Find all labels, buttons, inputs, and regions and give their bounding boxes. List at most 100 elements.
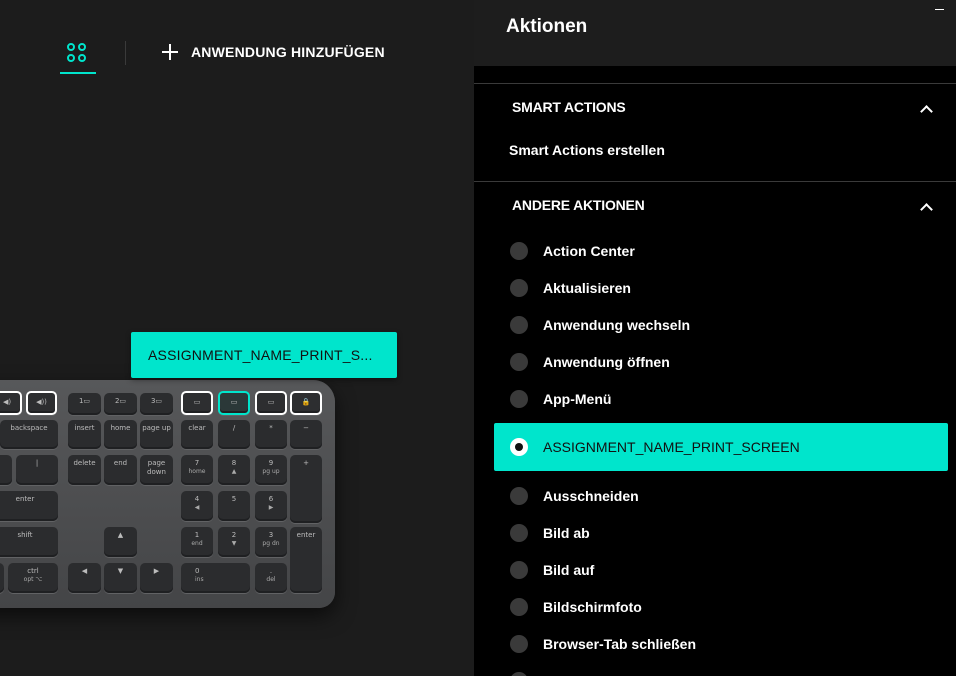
easy-switch-1-key[interactable]: 1▭ — [68, 393, 101, 415]
radio-icon[interactable] — [510, 597, 528, 616]
add-application-button[interactable]: ANWENDUNG HINZUFÜGEN — [162, 40, 385, 64]
action-item-label: Bild ab — [543, 524, 590, 541]
radio-icon[interactable] — [510, 438, 528, 456]
radio-icon[interactable] — [510, 560, 528, 579]
add-application-label: ANWENDUNG HINZUFÜGEN — [191, 44, 385, 60]
calculator-key[interactable]: ▭ — [181, 391, 213, 415]
volume-up-key[interactable]: ◀)) — [26, 391, 57, 415]
partial-key-2[interactable] — [0, 563, 4, 593]
actions-panel: Aktionen SMART ACTIONS Smart Actions ers… — [474, 0, 956, 676]
action-item[interactable]: Bild ab — [494, 514, 948, 551]
action-item[interactable]: Aktualisieren — [494, 269, 948, 306]
radio-icon[interactable] — [510, 241, 528, 260]
arrow-down-key[interactable]: ▼ — [104, 563, 137, 593]
radio-icon[interactable] — [510, 634, 528, 653]
section-divider — [474, 83, 956, 84]
assignment-tooltip[interactable]: ASSIGNMENT_NAME_PRINT_S... — [131, 332, 397, 378]
panel-header: Aktionen — [474, 0, 956, 66]
partial-key[interactable] — [0, 455, 12, 485]
end-key[interactable]: end — [104, 455, 137, 485]
chevron-up-icon[interactable] — [920, 203, 933, 216]
action-item-label: Bildschirmfoto — [543, 598, 642, 615]
action-item[interactable]: Action Center — [494, 232, 948, 269]
arrow-left-key[interactable]: ◀ — [68, 563, 101, 593]
action-item[interactable]: Anwendung wechseln — [494, 306, 948, 343]
action-item-label: Action Center — [543, 242, 635, 259]
action-item[interactable]: Bild auf — [494, 551, 948, 588]
context-menu-key[interactable]: ▭ — [255, 391, 287, 415]
page-up-key[interactable]: page up — [140, 420, 173, 449]
easy-switch-2-key[interactable]: 2▭ — [104, 393, 137, 415]
arrow-right-key[interactable]: ▶ — [140, 563, 173, 593]
minimize-icon[interactable] — [935, 9, 944, 10]
other-actions-heading[interactable]: ANDERE AKTIONEN — [512, 197, 645, 213]
print-screen-key[interactable]: ▭ — [218, 391, 250, 415]
arrow-up-key[interactable]: ▲ — [104, 527, 137, 557]
numpad-plus-key[interactable]: + — [290, 455, 322, 523]
radio-icon[interactable] — [510, 671, 528, 676]
radio-icon[interactable] — [510, 352, 528, 371]
lock-key[interactable]: 🔒 — [290, 391, 322, 415]
panel-title: Aktionen — [506, 16, 588, 37]
action-item[interactable]: Anwendung öffnen — [494, 343, 948, 380]
action-item[interactable]: Datei öffnen — [494, 662, 948, 676]
numpad-7-key[interactable]: 7 home — [181, 455, 213, 485]
action-item-label: Anwendung öffnen — [543, 353, 670, 370]
slash-key[interactable]: / — [218, 420, 250, 449]
action-item-label: Datei öffnen — [543, 673, 624, 676]
clear-key[interactable]: clear — [181, 420, 213, 449]
radio-icon[interactable] — [510, 523, 528, 542]
action-item[interactable]: Bildschirmfoto — [494, 588, 948, 625]
action-item[interactable]: App-Menü — [494, 380, 948, 417]
numpad-1-key[interactable]: 1 end — [181, 527, 213, 557]
easy-switch-3-key[interactable]: 3▭ — [140, 393, 173, 415]
numpad-6-key[interactable]: 6 ▶ — [255, 491, 287, 521]
action-item-label: Anwendung wechseln — [543, 316, 691, 333]
action-item-label: ASSIGNMENT_NAME_PRINT_SCREEN — [543, 439, 800, 455]
numpad-2-key[interactable]: 2 ▼ — [218, 527, 250, 557]
minus-key[interactable]: − — [290, 420, 322, 449]
section-divider — [474, 181, 956, 182]
numpad-0-key[interactable]: 0 ins — [181, 563, 250, 593]
enter-key[interactable]: enter — [0, 491, 58, 521]
numpad-enter-key[interactable]: enter — [290, 527, 322, 593]
numpad-dot-key[interactable]: . del — [255, 563, 287, 593]
backslash-key[interactable]: | — [16, 455, 58, 485]
insert-key[interactable]: insert — [68, 420, 101, 449]
shift-key[interactable]: shift — [0, 527, 58, 557]
toolbar-divider — [125, 41, 126, 65]
action-item[interactable]: Browser-Tab schließen — [494, 625, 948, 662]
action-item-label: Bild auf — [543, 561, 595, 578]
numpad-4-key[interactable]: 4 ◀ — [181, 491, 213, 521]
action-item-label: Aktualisieren — [543, 279, 631, 296]
numpad-3-key[interactable]: 3 pg dn — [255, 527, 287, 557]
volume-down-key[interactable]: ◀) — [0, 391, 22, 415]
asterisk-key[interactable]: * — [255, 420, 287, 449]
chevron-up-icon[interactable] — [920, 105, 933, 118]
backspace-key[interactable]: backspace — [0, 420, 58, 449]
device-view: ANWENDUNG HINZUFÜGEN ◀) ◀)) 1▭ 2▭ 3▭ ▭ ▭… — [0, 0, 474, 676]
apps-grid-icon — [67, 43, 87, 63]
smart-actions-heading[interactable]: SMART ACTIONS — [512, 99, 626, 115]
home-key[interactable]: home — [104, 420, 137, 449]
active-tab-indicator — [60, 72, 96, 74]
action-item[interactable]: ASSIGNMENT_NAME_PRINT_SCREEN — [494, 423, 948, 471]
radio-icon[interactable] — [510, 315, 528, 334]
other-actions-list: Action Center Aktualisieren Anwendung wech… — [494, 232, 948, 676]
create-smart-actions-link[interactable]: Smart Actions erstellen — [509, 142, 665, 158]
radio-icon[interactable] — [510, 389, 528, 408]
action-item[interactable]: Ausschneiden — [494, 477, 948, 514]
action-item-label: App-Menü — [543, 390, 612, 407]
numpad-8-key[interactable]: 8 ▲ — [218, 455, 250, 485]
action-item-label: Browser-Tab schließen — [543, 635, 697, 652]
radio-icon[interactable] — [510, 486, 528, 505]
all-applications-button[interactable] — [60, 36, 96, 74]
page-down-key[interactable]: page down — [140, 455, 173, 485]
numpad-9-key[interactable]: 9 pg up — [255, 455, 287, 485]
delete-key[interactable]: delete — [68, 455, 101, 485]
keyboard-illustration: ◀) ◀)) 1▭ 2▭ 3▭ ▭ ▭ ▭ 🔒 backspace insert… — [0, 380, 335, 608]
ctrl-key[interactable]: ctrl opt ⌥ — [8, 563, 58, 593]
numpad-5-key[interactable]: 5 — [218, 491, 250, 521]
action-item-label: Ausschneiden — [543, 487, 639, 504]
radio-icon[interactable] — [510, 278, 528, 297]
